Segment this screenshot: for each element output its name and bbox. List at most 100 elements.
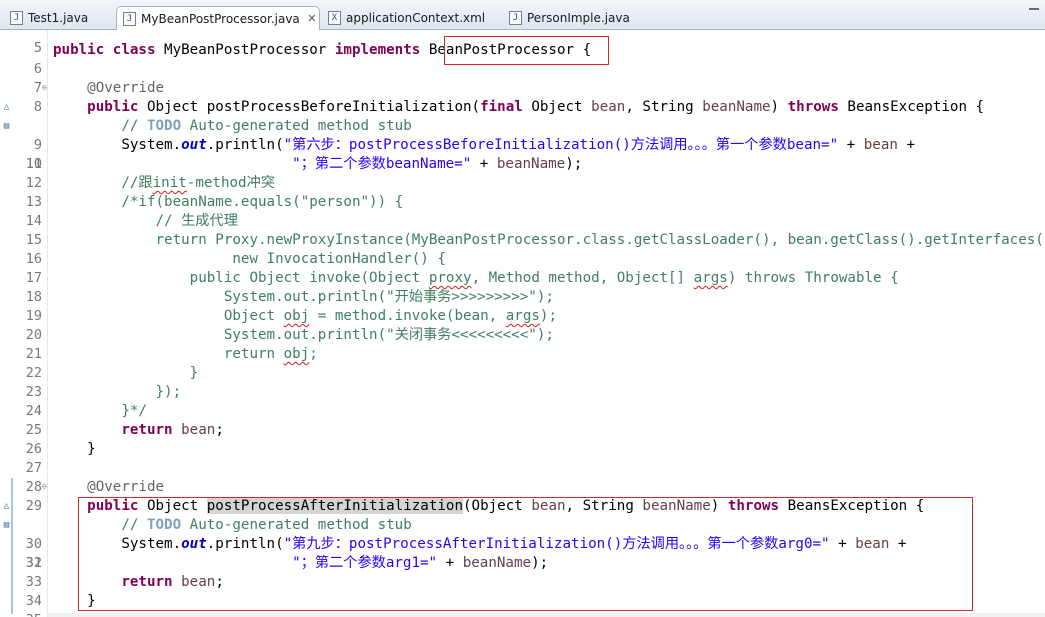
code-text: .println( [206, 137, 284, 153]
code-line: △ 9 public Object postProcessBeforeIniti… [0, 98, 1045, 153]
code-line: 8 ⊖ @Override [0, 79, 1045, 115]
code-line: 19 System.out.println("开始事务>>>>>>>>>"); [0, 288, 1045, 324]
tab-mybeanpostprocessor-java[interactable]: J MyBeanPostProcessor.java ✕ [116, 6, 320, 31]
highlighted-method-name: postProcessAfterInitialization [206, 498, 464, 514]
string-literal: "；第二个参数arg1=" [292, 555, 438, 571]
comment: System.out.println("开始事务>>>>>>>>>"); [223, 289, 554, 305]
tab-label: MyBeanPostProcessor.java [141, 12, 300, 26]
static-field: out [181, 536, 207, 552]
keyword: implements [334, 42, 421, 58]
parameter: beanName [642, 498, 711, 514]
comment: // [121, 118, 147, 134]
parameter: bean [181, 422, 216, 438]
code-line: 11 System.out.println("第六步：postProcessBe… [0, 136, 1045, 172]
parameter: bean [855, 536, 890, 552]
code-line: 16 return Proxy.newProxyInstance(MyBeanP… [0, 231, 1045, 267]
code-line: 15 // 生成代理 [0, 212, 1045, 248]
comment: }); [155, 384, 182, 400]
java-file-icon: J [509, 11, 522, 25]
close-icon[interactable]: ✕ [306, 13, 318, 25]
horizontal-scrollbar[interactable] [48, 613, 1045, 617]
code-text: ; [215, 422, 224, 438]
code-text: + [838, 137, 864, 153]
code-text: ); [531, 555, 549, 571]
code-text: System. [121, 536, 182, 552]
code-line: 6 public class MyBeanPostProcessor imple… [0, 41, 1045, 77]
code-line: 24 }); [0, 383, 1045, 419]
code-text: + [897, 137, 915, 153]
task-marker-icon[interactable]: ▤ [2, 120, 11, 132]
comment-misspelled: args [693, 270, 728, 286]
code-text: + [471, 156, 497, 172]
code-editor[interactable]: 5 6 public class MyBeanPostProcessor imp… [0, 30, 1045, 617]
parameter: bean [591, 99, 626, 115]
parameter: bean [181, 574, 216, 590]
fold-collapse-icon[interactable]: ⊖ [42, 483, 50, 491]
comment: /*if(beanName.equals("person")) { [121, 194, 404, 210]
minimize-icon[interactable] [1029, 8, 1039, 11]
tab-test1-java[interactable]: J Test1.java [4, 6, 114, 30]
code-line: 34 return bean; [0, 573, 1045, 609]
tab-applicationcontext-xml[interactable]: X applicationContext.xml [322, 6, 500, 30]
comment-misspelled: init [152, 175, 187, 191]
comment: } [189, 365, 199, 381]
code-text: } [87, 441, 96, 457]
annotation: @Override [87, 479, 165, 495]
java-file-icon: J [10, 11, 23, 25]
code-line: 17 new InvocationHandler() { [0, 250, 1045, 286]
comment: // [121, 517, 147, 533]
code-line: 29 ⊖ @Override [0, 478, 1045, 514]
annotation: @Override [87, 80, 165, 96]
code-text: MyBeanPostProcessor [155, 42, 335, 58]
code-text: { [574, 42, 592, 58]
comment: Object [223, 308, 284, 324]
code-line: 14 /*if(beanName.equals("person")) { [0, 193, 1045, 229]
xml-file-icon: X [328, 11, 341, 25]
code-line: 28 [0, 459, 1045, 495]
comment: ; [309, 346, 318, 362]
task-marker-icon[interactable]: ▤ [2, 519, 11, 531]
comment-misspelled: args [505, 308, 540, 324]
keyword: return [121, 574, 173, 590]
comment: //跟 [121, 175, 153, 191]
fold-collapse-icon[interactable]: ⊖ [42, 84, 50, 92]
static-field: out [181, 137, 207, 153]
string-literal: "第九步：postProcessAfterInitialization()方法调… [283, 536, 830, 552]
code-text: + [829, 536, 856, 552]
parameter: bean [863, 137, 898, 153]
code-line: 18 public Object invoke(Object proxy, Me… [0, 269, 1045, 305]
keyword: return [121, 422, 173, 438]
code-line: 26 return bean; [0, 421, 1045, 457]
code-text: Object postProcessBeforeInitialization( [138, 99, 481, 115]
code-line: 35 } [0, 592, 1045, 617]
code-text: ); [565, 156, 583, 172]
code-text: System. [121, 137, 182, 153]
code-text: + [437, 555, 463, 571]
code-line: 33 "；第二个参数arg1=" + beanName); [0, 554, 1045, 590]
code-line: 20 Object obj = method.invoke(bean, args… [0, 307, 1045, 343]
tab-label: PersonImple.java [527, 11, 630, 25]
code-text: BeansException { [838, 99, 985, 115]
string-literal: "第六步：postProcessBeforeInitialization()方法… [283, 137, 839, 153]
code-line: 21 System.out.println("关闭事务<<<<<<<<<"); [0, 326, 1045, 362]
comment: public Object invoke(Object [189, 270, 429, 286]
code-line: 32 System.out.println("第九步：postProcessAf… [0, 535, 1045, 571]
comment: }*/ [121, 403, 147, 419]
comment-misspelled: obj [283, 308, 310, 324]
code-line: ▤ 10 // TODO Auto-generated method stub [0, 117, 1045, 172]
keyword: throws [787, 99, 839, 115]
todo-tag: TODO [146, 517, 182, 533]
code-text: } [87, 593, 96, 609]
comment: ) throws Throwable { [727, 270, 899, 286]
keyword: public class [53, 42, 156, 58]
code-line: 12 "；第二个参数beanName=" + beanName); [0, 155, 1045, 191]
override-marker-icon[interactable]: △ [2, 500, 11, 512]
code-text: ) [710, 498, 728, 514]
override-marker-icon[interactable]: △ [2, 101, 11, 113]
comment-misspelled: obj [283, 346, 310, 362]
comment: new InvocationHandler() { [232, 251, 446, 267]
tab-personimple-java[interactable]: J PersonImple.java [503, 6, 633, 30]
string-literal: "；第二个参数beanName=" [292, 156, 472, 172]
code-line: 23 } [0, 364, 1045, 400]
